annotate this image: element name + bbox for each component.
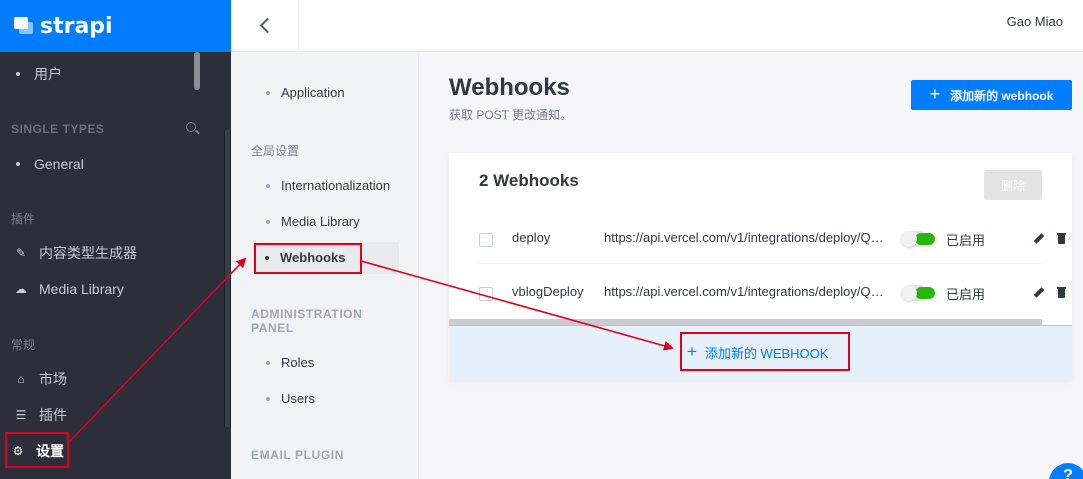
plugins-header: 插件 (11, 212, 36, 226)
back-button[interactable] (231, 0, 299, 52)
subnav-item-media-library[interactable]: Media Library (266, 214, 360, 229)
sidebar-item-general[interactable]: General (14, 154, 84, 174)
toggle-track-on (915, 287, 935, 299)
sidebar-item-label: General (34, 156, 84, 172)
annotation-box-webhooks (254, 243, 362, 274)
sidebar-item-settings[interactable]: ⚙ 设置 (11, 441, 64, 461)
cloud-icon: ☁ (15, 282, 27, 296)
webhooks-count-title: 2 Webhooks (479, 171, 579, 190)
top-header: Gao Miao (299, 0, 1083, 52)
single-types-header: SINGLE TYPES (11, 122, 105, 136)
sidebar-scrollbar-thumb[interactable] (194, 52, 200, 90)
subnav-item-roles[interactable]: Roles (266, 355, 314, 370)
sidebar-item-label: 设置 (36, 443, 64, 459)
global-settings-header: 全局设置 (251, 144, 300, 158)
sidebar-item-label: Media Library (39, 281, 124, 297)
add-webhook-button-label: 添加新的 webhook (950, 88, 1054, 103)
subnav-item-label: Application (281, 85, 345, 100)
subnav-item-label: Internationalization (281, 178, 391, 193)
sidebar-item-settings-highlight[interactable]: ⚙ 设置 (5, 432, 69, 468)
bullet-icon (266, 360, 270, 365)
plus-icon: + (687, 342, 697, 361)
administration-panel-header: ADMINISTRATION PANEL (251, 307, 363, 335)
webhook-status: 已启用 (946, 287, 986, 302)
subnav-item-label: Media Library (281, 214, 360, 229)
strapi-logo-icon (14, 17, 34, 35)
row-checkbox[interactable] (479, 233, 493, 247)
sidebar-item-media-library[interactable]: ☁ Media Library (14, 279, 124, 299)
user-name: Gao Miao (1006, 14, 1063, 29)
trash-icon[interactable] (1057, 287, 1066, 298)
enable-toggle[interactable] (901, 285, 935, 301)
add-webhook-footer-link[interactable]: + 添加新的 WEBHOOK (687, 343, 828, 362)
bullet-icon (266, 219, 270, 224)
sidebar-item-label: 用户 (34, 66, 62, 82)
help-button[interactable]: ? (1049, 463, 1083, 479)
email-plugin-header: EMAIL PLUGIN (251, 448, 344, 462)
webhook-name: deploy (512, 230, 551, 245)
toggle-track-on (915, 233, 935, 245)
list-icon: ☰ (15, 408, 27, 422)
bullet-icon (16, 72, 20, 76)
sidebar-item-users[interactable]: 用户 (14, 64, 62, 84)
row-checkbox[interactable] (479, 287, 493, 301)
toggle-knob (901, 231, 917, 247)
sidebar-item-label: 插件 (39, 407, 67, 423)
page-subtitle: 获取 POST 更改通知。 (449, 108, 573, 122)
webhook-url: https://api.vercel.com/v1/integrations/d… (604, 284, 884, 299)
bullet-icon (266, 183, 270, 188)
add-webhook-button[interactable]: + 添加新的 webhook (911, 80, 1072, 110)
table-row[interactable]: vblogDeploy https://api.vercel.com/v1/in… (479, 264, 1066, 318)
plus-icon: + (929, 84, 941, 104)
add-webhook-footer-label: 添加新的 WEBHOOK (704, 346, 829, 361)
subnav-item-label: Users (281, 391, 315, 406)
general-header: 常规 (11, 338, 36, 352)
webhook-url: https://api.vercel.com/v1/integrations/d… (604, 230, 884, 245)
webhook-status: 已启用 (946, 233, 986, 248)
enable-toggle[interactable] (901, 231, 935, 247)
subnav-item-users[interactable]: Users (266, 391, 315, 406)
subnav-item-label: Roles (281, 355, 315, 370)
toggle-knob (901, 285, 917, 301)
gear-icon: ⚙ (12, 444, 24, 458)
sidebar-item-plugins[interactable]: ☰ 插件 (14, 405, 67, 425)
sidebar-item-label: 内容类型生成器 (39, 245, 137, 261)
table-row[interactable]: deploy https://api.vercel.com/v1/integra… (479, 210, 1066, 264)
bullet-icon (16, 162, 20, 166)
settings-subnav: Application 全局设置 Internationalization Me… (231, 0, 419, 479)
subnav-item-internationalization[interactable]: Internationalization (266, 178, 390, 193)
sidebar-item-marketplace[interactable]: ⌂ 市场 (14, 369, 67, 389)
sidebar-item-label: 市场 (39, 371, 67, 387)
page-title: Webhooks (449, 74, 570, 101)
chevron-left-icon (259, 17, 276, 34)
main-sidebar: strapi 用户 SINGLE TYPES General 插件 ✎ 内容类型… (0, 0, 231, 479)
brush-icon: ✎ (15, 246, 27, 260)
bullet-icon (266, 396, 270, 401)
brand-header[interactable]: strapi (0, 0, 231, 52)
pencil-icon[interactable] (1034, 234, 1044, 244)
user-menu[interactable]: Gao Miao (1007, 14, 1063, 29)
sidebar-scrollbar-thumb-lower[interactable] (225, 130, 230, 427)
trash-icon[interactable] (1057, 233, 1066, 244)
brand-name: strapi (40, 13, 113, 39)
search-icon[interactable] (186, 122, 196, 132)
bullet-icon (266, 90, 270, 95)
delete-button[interactable]: 删除 (984, 170, 1042, 200)
strapi-logo: strapi (14, 14, 113, 39)
pencil-icon[interactable] (1034, 288, 1044, 298)
sidebar-item-content-type-builder[interactable]: ✎ 内容类型生成器 (14, 243, 137, 263)
sidebar-scroll-area: 用户 SINGLE TYPES General 插件 ✎ 内容类型生成器 ☁ M… (0, 52, 231, 479)
shop-icon: ⌂ (17, 372, 25, 386)
webhook-name: vblogDeploy (512, 284, 584, 299)
subnav-item-application[interactable]: Application (266, 85, 345, 100)
